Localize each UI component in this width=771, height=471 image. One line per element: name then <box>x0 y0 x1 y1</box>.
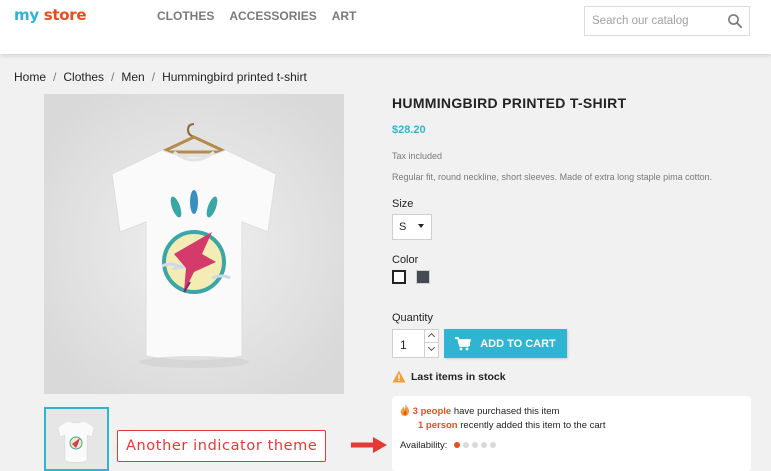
logo-text-store: store <box>43 6 87 24</box>
color-swatch-white[interactable] <box>392 270 406 284</box>
quantity-stepper[interactable]: 1 <box>392 329 439 358</box>
availability-dot <box>463 442 469 449</box>
availability-dot <box>490 442 496 449</box>
person-text: recently added this item to the cart <box>460 420 606 431</box>
stock-status: Last items in stock <box>392 370 506 383</box>
add-to-cart-button[interactable]: ADD TO CART <box>444 329 567 358</box>
breadcrumb-men[interactable]: Men <box>121 70 144 84</box>
availability-line: Availability: <box>400 440 496 451</box>
size-select[interactable]: S <box>392 214 432 240</box>
people-purchased-line: 3 people have purchased this item <box>400 404 559 417</box>
people-text: have purchased this item <box>453 406 560 417</box>
breadcrumb-current: Hummingbird printed t-shirt <box>162 70 307 84</box>
availability-dot <box>472 442 478 449</box>
size-label: Size <box>392 198 414 210</box>
breadcrumb-clothes[interactable]: Clothes <box>63 70 104 84</box>
product-description: Regular fit, round neckline, short sleev… <box>392 172 713 182</box>
annotation-label: Another indicator theme <box>117 430 327 462</box>
breadcrumb-separator: / <box>53 70 57 84</box>
caret-down-icon <box>418 224 424 228</box>
breadcrumb-separator: / <box>151 70 156 84</box>
main-nav: CLOTHES ACCESSORIES ART <box>157 9 356 23</box>
person-added-line: 1 person recently added this item to the… <box>418 420 605 431</box>
breadcrumb-separator: / <box>111 70 115 84</box>
color-label: Color <box>392 254 419 266</box>
quantity-label: Quantity <box>392 312 433 324</box>
add-to-cart-label: ADD TO CART <box>480 337 556 350</box>
nav-item-clothes[interactable]: CLOTHES <box>157 9 214 23</box>
store-logo[interactable]: my store <box>14 6 87 24</box>
logo-text-my: my <box>14 6 39 24</box>
header: my store CLOTHES ACCESSORIES ART <box>0 0 771 54</box>
person-count: 1 person <box>418 420 458 431</box>
quantity-value[interactable]: 1 <box>400 338 407 352</box>
cart-icon <box>455 336 472 350</box>
product-main-image[interactable] <box>44 94 344 394</box>
annotation-arrow-icon <box>351 437 387 453</box>
fire-icon <box>400 404 410 416</box>
breadcrumb: Home / Clothes / Men / Hummingbird print… <box>14 70 307 84</box>
search-icon[interactable] <box>727 13 743 29</box>
size-value: S <box>399 221 407 233</box>
people-count: 3 people <box>412 406 452 417</box>
purchase-indicator-panel: 3 people have purchased this item 1 pers… <box>392 396 751 471</box>
tshirt-image <box>44 94 344 394</box>
breadcrumb-home[interactable]: Home <box>14 70 46 84</box>
tax-note: Tax included <box>392 151 443 161</box>
warning-icon <box>392 370 406 383</box>
tshirt-thumbnail-image <box>46 409 107 469</box>
product-price: $28.20 <box>392 124 426 136</box>
nav-item-accessories[interactable]: ACCESSORIES <box>229 9 316 23</box>
availability-label: Availability: <box>400 440 448 451</box>
stock-status-text: Last items in stock <box>411 370 506 383</box>
color-swatch-dark[interactable] <box>416 270 430 284</box>
search-box <box>584 6 750 36</box>
availability-dots <box>454 442 496 449</box>
quantity-increase-button[interactable] <box>425 330 438 343</box>
quantity-buttons <box>424 330 438 357</box>
nav-item-art[interactable]: ART <box>332 9 357 23</box>
availability-dot <box>481 442 487 449</box>
quantity-decrease-button[interactable] <box>425 343 438 356</box>
product-title: HUMMINGBIRD PRINTED T-SHIRT <box>392 95 627 111</box>
product-thumbnail[interactable] <box>44 407 109 471</box>
search-input[interactable] <box>585 7 715 35</box>
availability-dot <box>454 442 460 449</box>
